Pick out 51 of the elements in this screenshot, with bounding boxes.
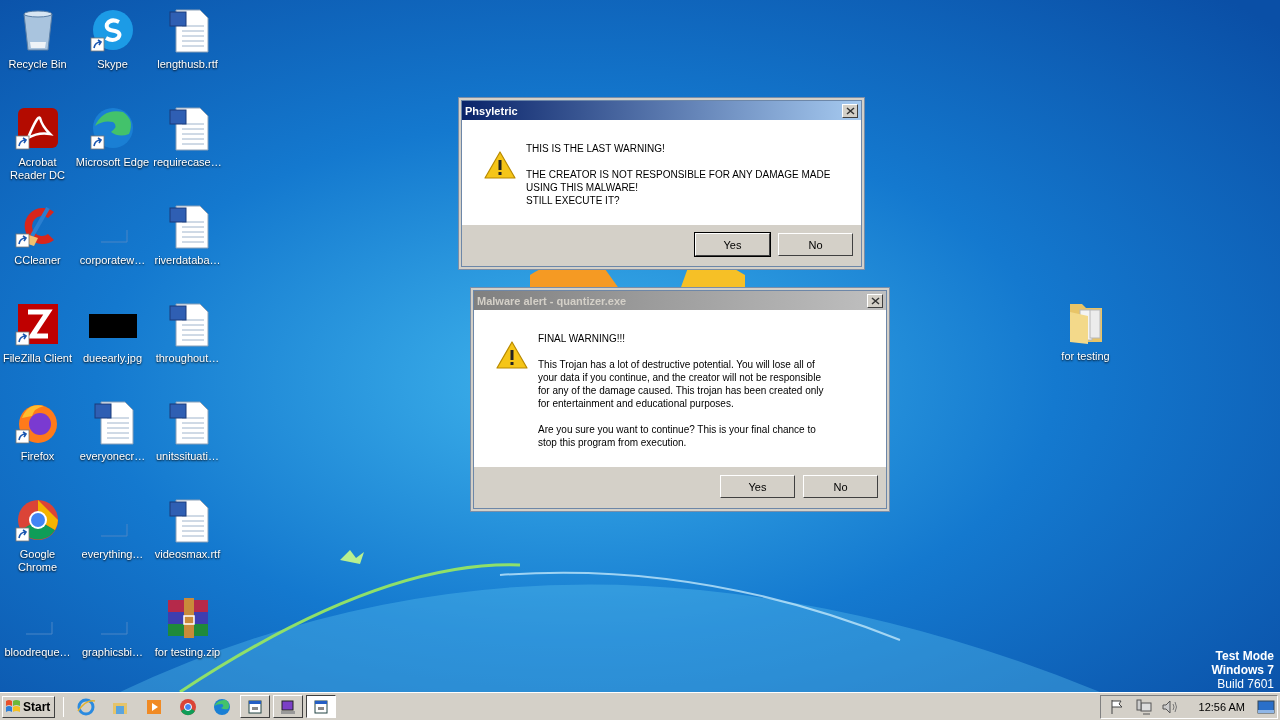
icon-label[interactable]: Recycle Bin (0, 58, 75, 71)
icon-label[interactable]: unitssituati… (150, 450, 225, 463)
icon-label[interactable]: dueearly.jpg (75, 352, 150, 365)
dialog-message: This Trojan has a lot of destructive potential. You will lose all of your data if you continue, and the creator will not be responsible for any of the damage caused. This trojan has been created only for entertainment and educational purposes. (538, 358, 824, 410)
start-button[interactable]: Start (2, 695, 56, 718)
icon-label[interactable]: for testing.zip (150, 646, 225, 659)
network-icon[interactable] (1134, 697, 1153, 716)
icon-label[interactable]: bloodreque… (0, 646, 75, 659)
icon-label[interactable]: throughout… (150, 352, 225, 365)
dialog-button[interactable]: No (778, 233, 853, 256)
show-desktop-icon[interactable] (1257, 697, 1275, 716)
dialog-message: FINAL WARNING!!! (538, 332, 627, 345)
warning-icon (496, 340, 528, 370)
icon-label[interactable]: Microsoft Edge (75, 156, 150, 169)
window-icon[interactable] (247, 698, 264, 715)
system-watermark-text: Test Mode (1215, 649, 1274, 663)
icon-label[interactable]: graphicsbi… (75, 646, 150, 659)
warning-icon (484, 150, 516, 180)
sparkle-drawing (340, 550, 364, 564)
clock[interactable]: 12:56 AM (1198, 700, 1245, 713)
monitor-icon[interactable] (280, 698, 297, 715)
icon-label[interactable]: requirecase… (150, 156, 225, 169)
icon-label[interactable]: videosmax.rtf (150, 548, 225, 561)
dialog-message: THIS IS THE LAST WARNING! (526, 142, 666, 155)
icon-label[interactable]: for testing (1048, 350, 1123, 363)
icon-label[interactable]: Google Chrome (12, 548, 63, 574)
icon-label[interactable]: corporatew… (75, 254, 150, 267)
window-title: Phsyletric (465, 104, 518, 117)
icon-label[interactable]: Skype (75, 58, 150, 71)
window-title: Malware alert - quantizer.exe (477, 294, 627, 307)
browser-icon[interactable] (178, 696, 199, 717)
dialog-button[interactable]: Yes (695, 233, 770, 256)
icon-label[interactable]: lengthusb.rtf (150, 58, 225, 71)
monitor-task-button[interactable] (273, 695, 304, 718)
window-task-button[interactable] (306, 695, 337, 718)
icon-label[interactable]: everyonecr… (75, 450, 150, 463)
icon-label[interactable]: riverdataba… (150, 254, 225, 267)
dialog-message: THE CREATOR IS NOT RESPONSIBLE FOR ANY DAMAGE MADE USING THIS MALWARE! STILL EXECUTE IT? (526, 168, 831, 207)
window-icon[interactable] (313, 698, 330, 715)
icon-label[interactable]: everything… (75, 548, 150, 561)
icon-label[interactable]: FileZilla Client (0, 352, 75, 365)
system-watermark-text: Build 7601 (1217, 677, 1274, 691)
icon-label[interactable]: Firefox (0, 450, 75, 463)
icon-label[interactable]: CCleaner (0, 254, 75, 267)
start-logo-icon[interactable] (5, 699, 21, 714)
dialog-message: Are you sure you want to continue? This is your final chance to stop this program from execution. (538, 423, 817, 449)
dialog-button[interactable]: Yes (720, 475, 795, 498)
dialog-button[interactable]: No (803, 475, 878, 498)
system-watermark-text: Windows 7 (1211, 663, 1274, 677)
browser-icon[interactable] (212, 696, 233, 717)
icon-label[interactable]: Acrobat Reader DC (9, 156, 66, 182)
